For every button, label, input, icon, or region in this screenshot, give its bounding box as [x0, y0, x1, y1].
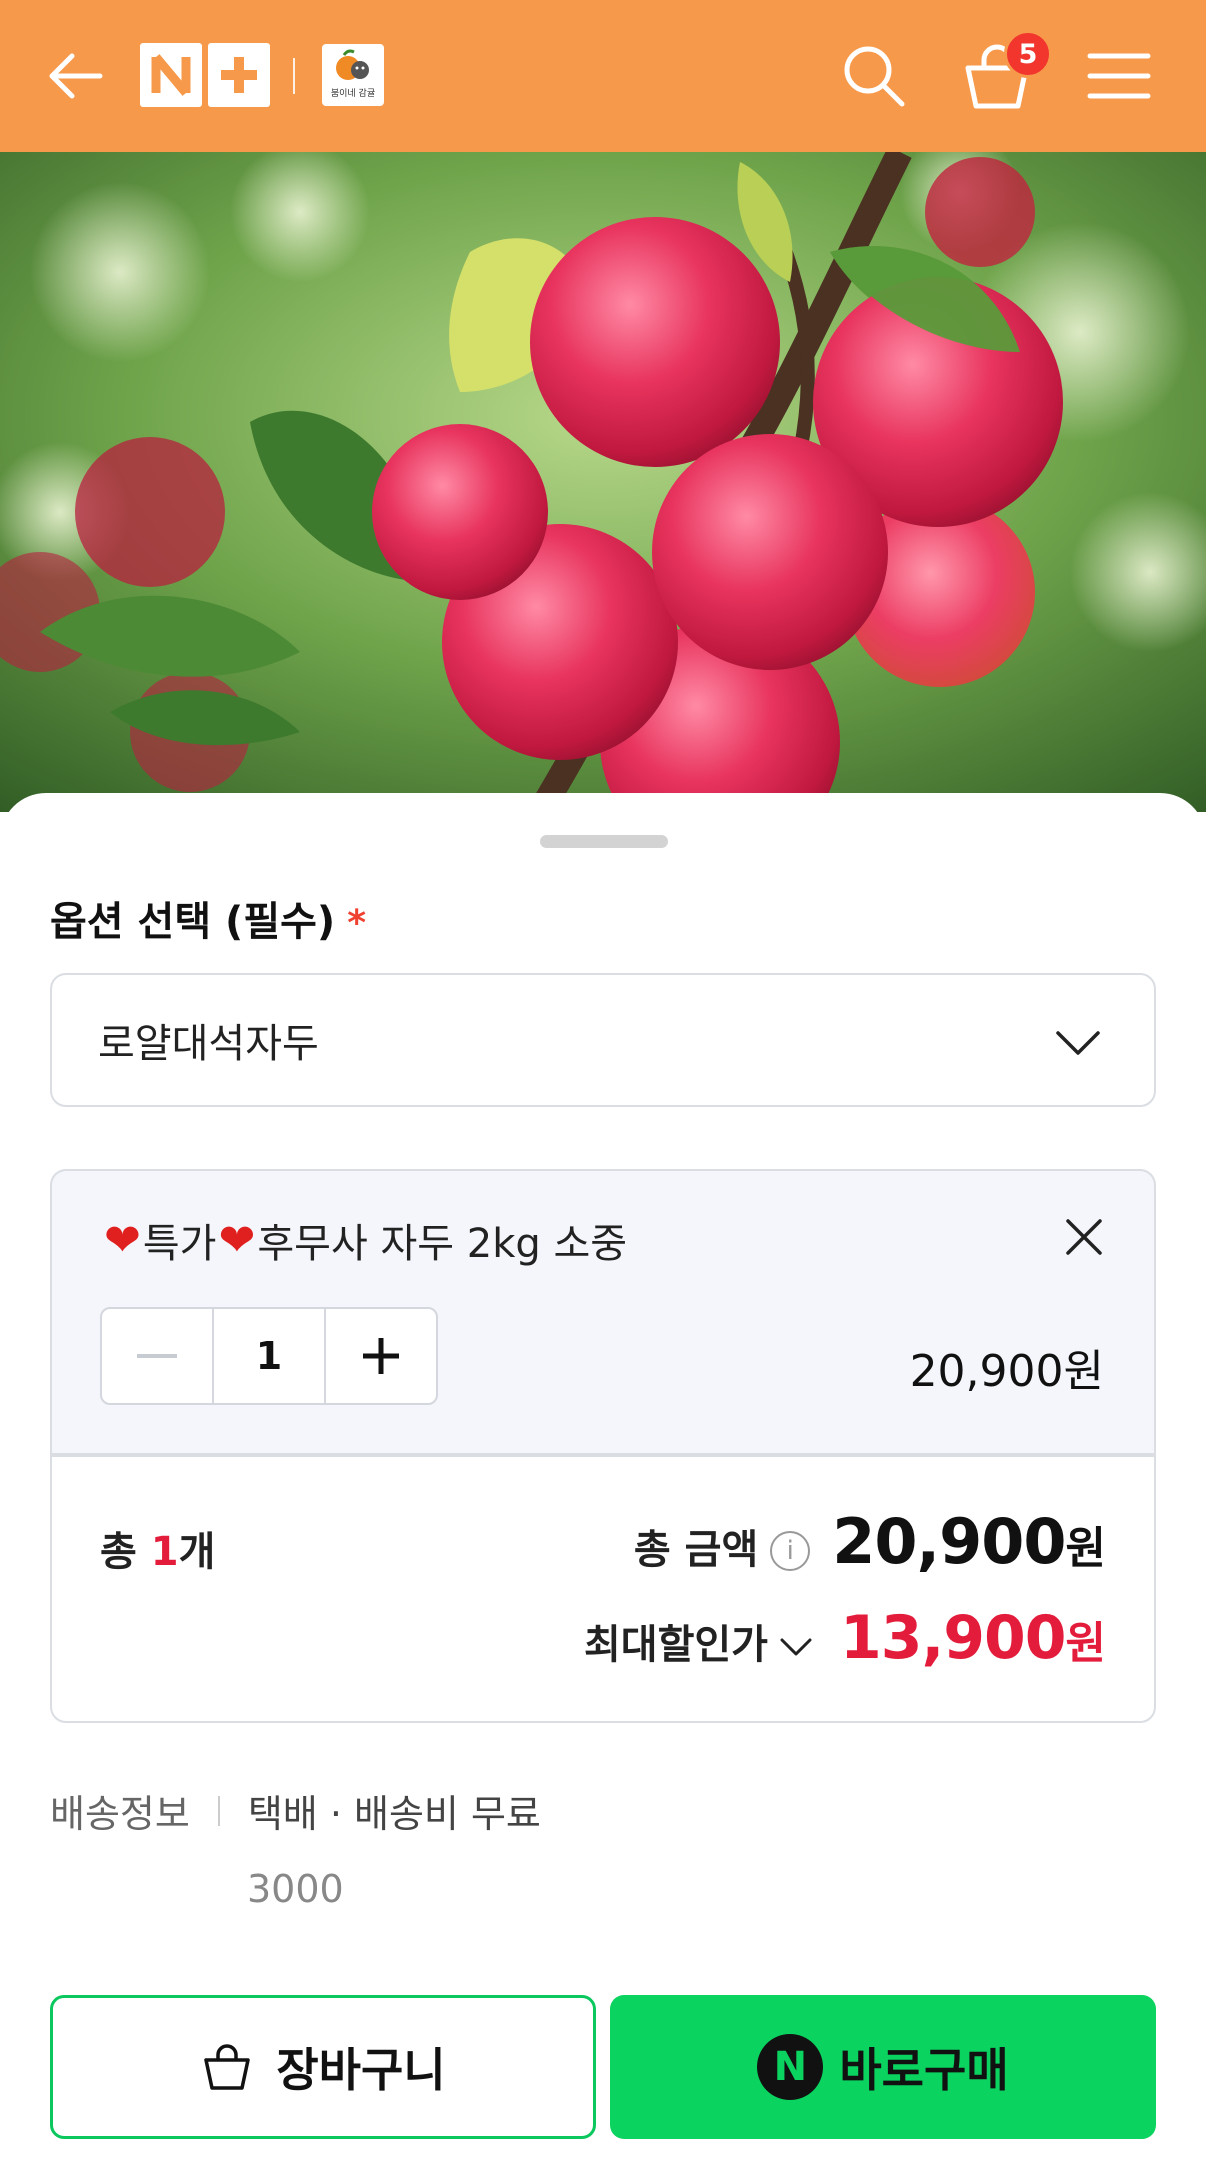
summary-divider — [52, 1455, 1154, 1457]
naver-plus-store-logo[interactable] — [140, 43, 270, 107]
add-to-cart-label: 장바구니 — [276, 2043, 446, 2097]
increase-quantity-button[interactable] — [326, 1309, 436, 1403]
total-count-prefix: 총 — [100, 1529, 151, 1575]
option-select-dropdown[interactable]: 로얄대석자두 — [50, 973, 1156, 1107]
naver-pay-icon: N — [757, 2034, 824, 2100]
total-count-number: 1 — [150, 1529, 179, 1575]
shopping-bag-icon — [204, 2044, 251, 2090]
info-icon[interactable]: i — [770, 1531, 811, 1571]
search-icon[interactable] — [840, 42, 908, 110]
hamburger-menu-icon[interactable] — [1086, 48, 1152, 104]
selected-option-value: 로얄대석자두 — [98, 1021, 319, 1067]
total-amount-label: 총 금액 — [633, 1527, 759, 1573]
heart-icon: ❤ — [104, 1214, 141, 1266]
buy-now-label: 바로구매 — [839, 2043, 1009, 2097]
order-total-summary: 총 1개 총 금액 i 20,900 원 최대할인가 13,900 원 — [50, 1453, 1156, 1723]
svg-text:붐이네 감귤: 붐이네 감귤 — [331, 87, 375, 99]
shipping-info: 배송정보 택배 · 배송비 무료 — [50, 1783, 541, 1838]
shipping-description: 택배 · 배송비 무료 — [247, 1792, 541, 1836]
buy-now-button[interactable]: N 바로구매 — [610, 1995, 1156, 2139]
purchase-option-sheet: 옵션 선택 (필수) * 로얄대석자두 ❤ 특가 ❤ 후무사 자두 2kg 소중 … — [0, 793, 1206, 2165]
max-discount-label: 최대할인가 — [583, 1622, 768, 1668]
max-discount-unit: 원 — [1065, 1618, 1106, 1669]
item-name-part1: 특가 — [142, 1221, 217, 1267]
max-discount-value: 13,900 — [839, 1603, 1067, 1673]
quantity-stepper: 1 — [100, 1307, 438, 1405]
product-image — [0, 152, 1206, 812]
decrease-quantity-button[interactable] — [102, 1309, 212, 1403]
sheet-drag-handle[interactable] — [540, 835, 668, 848]
option-title-text: 옵션 선택 (필수) — [50, 899, 336, 945]
required-mark: * — [347, 903, 367, 944]
item-price: 20,900원 — [909, 1346, 1104, 1397]
total-amount: 총 금액 i 20,900 원 — [634, 1505, 1106, 1578]
shipping-label: 배송정보 — [50, 1792, 190, 1836]
logo-divider — [293, 58, 295, 94]
total-amount-unit: 원 — [1065, 1523, 1106, 1574]
item-name-part2: 후무사 자두 2kg 소중 — [257, 1221, 628, 1267]
shop-logo[interactable]: 붐이네 감귤 — [322, 44, 384, 106]
total-count-suffix: 개 — [178, 1529, 216, 1575]
minus-icon — [137, 1354, 177, 1358]
top-app-bar: 붐이네 감귤 5 — [0, 0, 1206, 152]
chevron-down-icon — [1056, 1031, 1100, 1055]
plus-icon — [363, 1338, 399, 1374]
total-amount-value: 20,900 — [832, 1505, 1066, 1578]
heart-icon: ❤ — [218, 1214, 256, 1266]
option-section-title: 옵션 선택 (필수) * — [50, 889, 366, 947]
close-icon[interactable] — [1062, 1215, 1106, 1259]
shipping-divider — [217, 1795, 220, 1826]
quantity-value[interactable]: 1 — [212, 1309, 326, 1403]
arrow-left-icon[interactable] — [44, 44, 108, 108]
total-count: 총 1개 — [100, 1519, 215, 1577]
cart-count-badge: 5 — [1004, 30, 1052, 78]
selected-item-card: ❤ 특가 ❤ 후무사 자두 2kg 소중 1 20,900원 — [50, 1169, 1156, 1453]
shipping-extra: 3000 — [247, 1867, 344, 1911]
add-to-cart-button[interactable]: 장바구니 — [50, 1995, 596, 2139]
selected-item-name: ❤ 특가 ❤ 후무사 자두 2kg 소중 — [102, 1211, 627, 1269]
max-discount-price[interactable]: 최대할인가 13,900 원 — [584, 1603, 1106, 1673]
chevron-down-icon — [780, 1638, 812, 1656]
